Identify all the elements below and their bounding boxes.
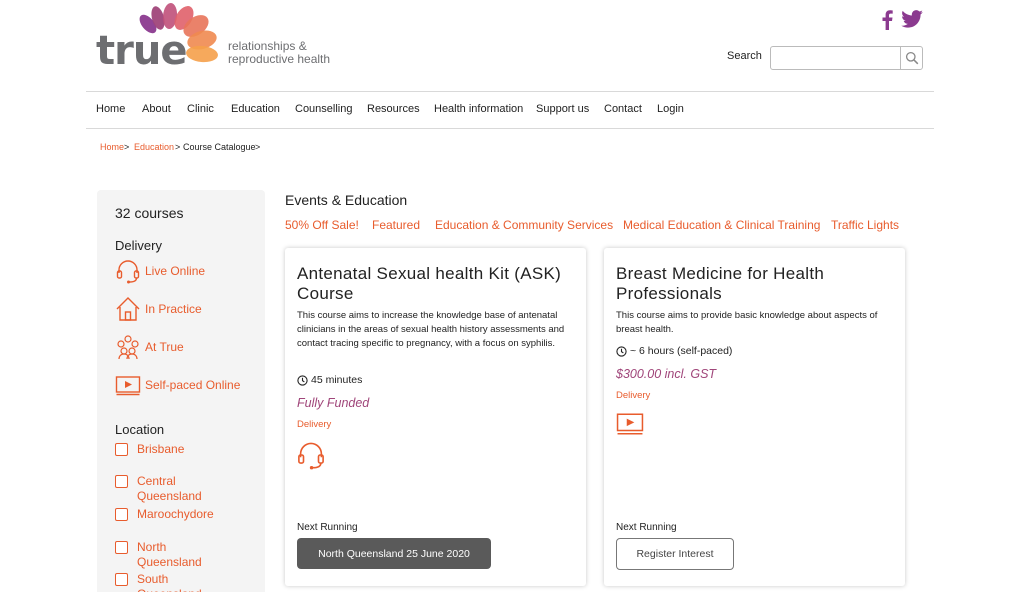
- course-description: This course aims to increase the knowled…: [297, 310, 565, 349]
- headset-icon: [116, 260, 140, 284]
- main-nav: Home About Clinic Education Counselling …: [86, 91, 934, 129]
- search-input[interactable]: [770, 46, 923, 70]
- course-price: $300.00 incl. GST: [616, 367, 717, 381]
- delivery-label: Delivery: [616, 390, 651, 401]
- nav-education[interactable]: Education: [231, 103, 280, 115]
- filter-live-online[interactable]: Live Online: [115, 258, 205, 284]
- logo-tagline: relationships & reproductive health: [228, 40, 330, 66]
- course-title[interactable]: Antenatal Sexual health Kit (ASK) Course: [297, 264, 577, 304]
- course-duration: 45 minutes: [297, 374, 362, 386]
- filter-location-maroochydore[interactable]: Maroochydore: [115, 507, 227, 522]
- course-count: 32 courses: [115, 205, 184, 221]
- breadcrumb-home[interactable]: Home: [100, 142, 124, 152]
- filter-label: Self-paced Online: [145, 378, 241, 392]
- course-duration: ~ 6 hours (self-paced): [616, 345, 732, 357]
- nav-contact[interactable]: Contact: [604, 103, 642, 115]
- location-label: Maroochydore: [137, 507, 214, 521]
- filter-in-practice[interactable]: In Practice: [115, 296, 202, 322]
- facebook-icon[interactable]: [880, 10, 894, 30]
- filter-sidebar: 32 courses Delivery Live Online In Pract…: [97, 190, 265, 592]
- duration-text: ~ 6 hours (self-paced): [630, 345, 733, 357]
- filter-location-north-queensland[interactable]: North Queensland: [115, 540, 227, 570]
- location-heading: Location: [115, 422, 165, 437]
- location-label: North Queensland: [137, 540, 202, 569]
- nav-support-us[interactable]: Support us: [536, 103, 589, 115]
- search-button[interactable]: [900, 47, 922, 69]
- nav-clinic[interactable]: Clinic: [187, 103, 214, 115]
- delivery-heading: Delivery: [115, 238, 162, 253]
- nav-home[interactable]: Home: [96, 103, 125, 115]
- breadcrumb-current: Course Catalogue: [183, 142, 256, 152]
- page-title: Events & Education: [285, 192, 408, 208]
- house-icon: [116, 297, 140, 321]
- monitor-play-icon: [616, 413, 644, 435]
- breadcrumb-separator: >: [175, 142, 181, 152]
- checkbox[interactable]: [115, 573, 128, 586]
- breadcrumb-education[interactable]: Education: [134, 142, 174, 152]
- location-label: South Queensland: [137, 572, 202, 592]
- monitor-play-icon: [115, 376, 141, 396]
- location-label: Central Queensland: [137, 474, 202, 503]
- twitter-icon[interactable]: [901, 10, 923, 28]
- course-card[interactable]: Breast Medicine for Health Professionals…: [604, 248, 905, 586]
- nav-counselling[interactable]: Counselling: [295, 103, 352, 115]
- tagline-line-2: reproductive health: [228, 52, 331, 66]
- category-sale[interactable]: 50% Off Sale!: [285, 218, 359, 232]
- nav-resources[interactable]: Resources: [367, 103, 420, 115]
- course-card[interactable]: Antenatal Sexual health Kit (ASK) Course…: [285, 248, 586, 586]
- location-label: Brisbane: [137, 442, 185, 456]
- filter-label: In Practice: [145, 302, 202, 316]
- breadcrumb-separator: >: [124, 142, 130, 152]
- checkbox[interactable]: [115, 475, 128, 488]
- checkbox[interactable]: [115, 508, 128, 521]
- category-traffic-lights[interactable]: Traffic Lights: [831, 218, 899, 232]
- course-description: This course aims to provide basic knowle…: [616, 310, 878, 335]
- delivery-label: Delivery: [297, 419, 332, 430]
- filter-label: Live Online: [145, 264, 206, 278]
- session-button[interactable]: North Queensland 25 June 2020: [297, 538, 491, 569]
- headset-icon: [298, 442, 324, 470]
- duration-text: 45 minutes: [311, 374, 363, 386]
- category-featured[interactable]: Featured: [372, 218, 420, 232]
- nav-about[interactable]: About: [142, 103, 171, 115]
- filter-location-south-queensland[interactable]: South Queensland: [115, 572, 227, 592]
- logo-wordmark[interactable]: true: [96, 28, 187, 74]
- next-running-label: Next Running: [297, 522, 358, 533]
- clock-icon: [616, 345, 627, 357]
- filter-label: At True: [145, 340, 184, 354]
- nav-login[interactable]: Login: [657, 103, 684, 115]
- filter-self-paced-online[interactable]: Self-paced Online: [115, 372, 240, 398]
- category-medical-education[interactable]: Medical Education & Clinical Training: [623, 218, 820, 232]
- search-icon: [905, 51, 918, 65]
- filter-at-true[interactable]: At True: [115, 334, 184, 360]
- group-icon: [117, 335, 139, 360]
- course-title[interactable]: Breast Medicine for Health Professionals: [616, 264, 896, 304]
- nav-health-information[interactable]: Health information: [434, 103, 523, 115]
- search-label: Search: [727, 50, 762, 62]
- filter-location-brisbane[interactable]: Brisbane: [115, 442, 227, 457]
- clock-icon: [297, 374, 308, 386]
- next-running-label: Next Running: [616, 522, 677, 533]
- checkbox[interactable]: [115, 541, 128, 554]
- register-interest-button[interactable]: Register Interest: [616, 538, 734, 570]
- checkbox[interactable]: [115, 443, 128, 456]
- filter-location-central-queensland[interactable]: Central Queensland: [115, 474, 227, 504]
- breadcrumb-separator: >: [255, 142, 261, 152]
- course-price: Fully Funded: [297, 396, 370, 410]
- category-education-community[interactable]: Education & Community Services: [435, 218, 613, 232]
